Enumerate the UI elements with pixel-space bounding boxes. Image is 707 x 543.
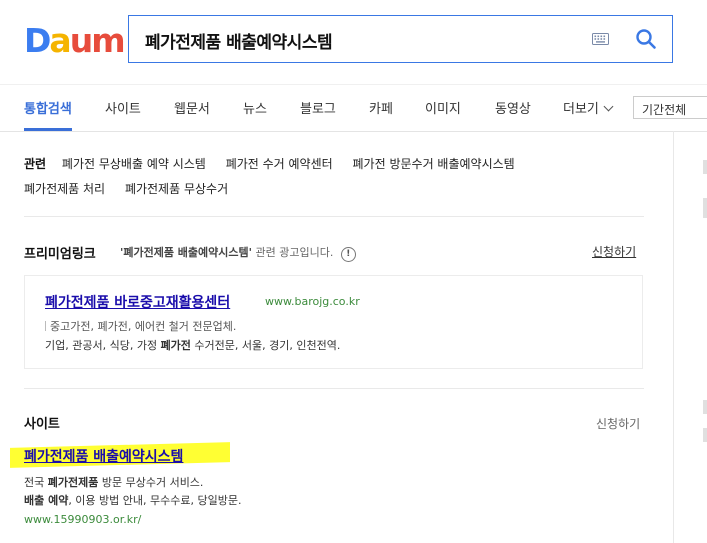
search-input[interactable]: 폐가전제품 배출예약시스템 — [145, 28, 333, 53]
tab-more[interactable]: 더보기 — [563, 98, 614, 117]
section-divider — [24, 388, 644, 389]
related-searches: 관련 폐가전 무상배출 예약 시스템 폐가전 수거 예약센터 폐가전 방문수거 … — [24, 152, 644, 202]
active-tab-indicator — [24, 128, 72, 131]
site-desc-keyword: 폐가전제품 — [47, 476, 99, 489]
tab-image[interactable]: 이미지 — [425, 98, 461, 117]
premium-apply-link[interactable]: 신청하기 — [592, 243, 636, 260]
logo-letter: m — [91, 21, 125, 60]
premium-link-title: 프리미엄링크 — [24, 247, 96, 262]
logo-letter: u — [69, 21, 93, 60]
right-column-fragment — [703, 198, 707, 218]
keyboard-icon[interactable] — [592, 33, 609, 45]
search-icon[interactable] — [634, 27, 658, 51]
logo-letter: a — [49, 21, 71, 60]
site-desc-text: , 이용 방법 안내, 무수수료, 당일방문. — [68, 494, 242, 507]
logo-letter: D — [24, 21, 51, 60]
ad-desc-line1: 중고가전, 폐가전, 에어컨 철거 전문업체. — [45, 318, 236, 334]
related-item[interactable]: 폐가전제품 처리 — [24, 182, 105, 196]
section-divider — [24, 216, 644, 217]
tab-blog[interactable]: 블로그 — [300, 98, 336, 117]
info-icon[interactable]: ! — [340, 247, 356, 262]
ad-desc-text: 중고가전, 폐가전, 에어컨 철거 전문업체. — [50, 320, 237, 333]
ad-result: 폐가전제품 바로중고재활용센터 www.barojg.co.kr 중고가전, 폐… — [24, 275, 643, 369]
site-desc-text: 전국 — [24, 476, 48, 489]
tab-news[interactable]: 뉴스 — [243, 98, 267, 117]
site-desc-line1: 전국 폐가전제품 방문 무상수거 서비스. — [24, 474, 203, 490]
right-column-fragment — [703, 160, 707, 174]
tab-all[interactable]: 통합검색 — [24, 98, 72, 117]
ad-line-marker — [45, 321, 46, 331]
search-box[interactable]: 폐가전제품 배출예약시스템 — [128, 15, 673, 63]
related-item[interactable]: 폐가전제품 무상수거 — [125, 182, 228, 196]
related-item[interactable]: 폐가전 무상배출 예약 시스템 — [62, 157, 206, 171]
site-result-url[interactable]: www.15990903.or.kr/ — [24, 513, 141, 526]
premium-query: '폐가전제품 배출예약시스템' — [120, 246, 253, 259]
tab-webdoc[interactable]: 웹문서 — [174, 98, 210, 117]
site-desc-text: 방문 무상수거 서비스. — [98, 476, 204, 489]
premium-desc-suffix: 관련 광고입니다. — [255, 246, 334, 259]
tab-site[interactable]: 사이트 — [105, 98, 141, 117]
tab-cafe[interactable]: 카페 — [369, 98, 393, 117]
period-select[interactable]: 기간전체 — [633, 96, 707, 119]
related-item[interactable]: 폐가전 수거 예약센터 — [226, 157, 333, 171]
related-label: 관련 — [24, 157, 47, 171]
site-desc-keyword: 배출 예약 — [24, 494, 69, 507]
site-apply-link[interactable]: 신청하기 — [596, 415, 640, 432]
right-column-divider — [673, 131, 674, 543]
chevron-down-icon — [603, 101, 614, 112]
ad-desc-text: 수거전문, 서울, 경기, 인천전역. — [190, 339, 341, 352]
ad-desc-keyword: 폐가전 — [160, 339, 191, 352]
search-tabs: 통합검색 사이트 웹문서 뉴스 블로그 카페 이미지 동영상 더보기 — [0, 84, 707, 132]
ad-url[interactable]: www.barojg.co.kr — [265, 295, 360, 308]
tab-video[interactable]: 동영상 — [495, 98, 531, 117]
right-column-fragment — [703, 428, 707, 442]
daum-logo[interactable]: D a u m — [24, 21, 126, 60]
ad-title-link[interactable]: 폐가전제품 바로중고재활용센터 — [45, 292, 230, 312]
site-result-title-link[interactable]: 폐가전제품 배출예약시스템 — [24, 446, 183, 466]
ad-desc-text: 기업, 관공서, 식당, 가정 — [45, 339, 161, 352]
tab-more-label: 더보기 — [563, 102, 599, 117]
site-desc-line2: 배출 예약, 이용 방법 안내, 무수수료, 당일방문. — [24, 492, 241, 508]
premium-link-desc: '폐가전제품 배출예약시스템' 관련 광고입니다. ! — [120, 244, 356, 262]
ad-desc-line2: 기업, 관공서, 식당, 가정 폐가전 수거전문, 서울, 경기, 인천전역. — [45, 337, 340, 353]
right-column-fragment — [703, 400, 707, 414]
related-item[interactable]: 폐가전 방문수거 배출예약시스템 — [353, 157, 515, 171]
site-section-title: 사이트 — [24, 417, 60, 432]
